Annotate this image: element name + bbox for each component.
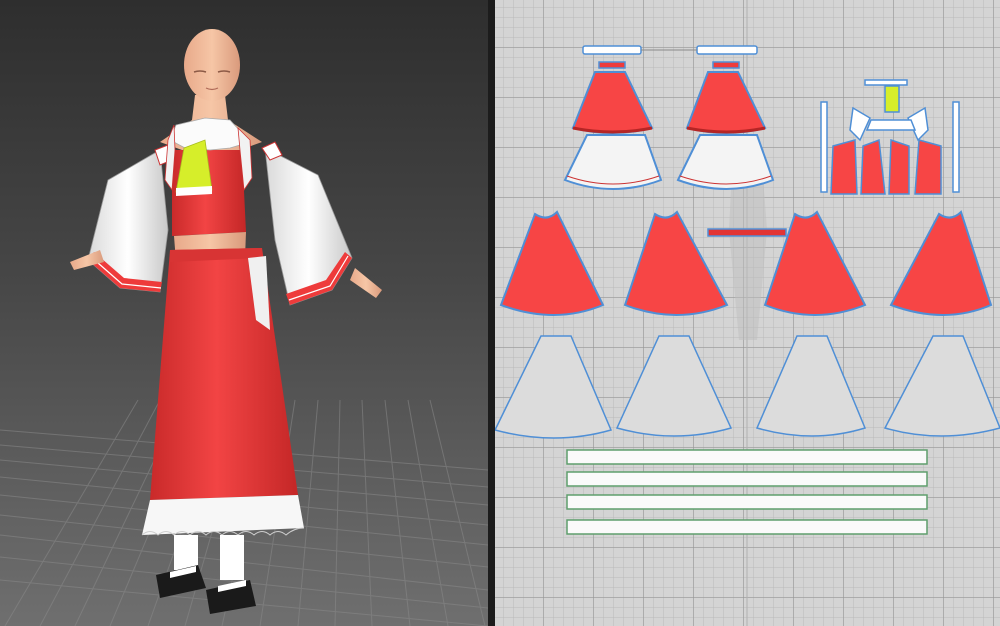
top-garment[interactable] [164, 117, 253, 236]
2d-pattern-viewport[interactable] [495, 0, 1000, 626]
sleeve-lining-pieces[interactable] [563, 134, 775, 190]
right-hand [350, 268, 382, 298]
sleeve-pieces[interactable] [571, 71, 767, 134]
shoes[interactable] [156, 535, 256, 614]
sleeve-cuff-pieces[interactable] [582, 45, 758, 69]
top-collar-pieces[interactable] [820, 79, 960, 195]
skirt-garment[interactable] [141, 248, 305, 536]
avatar-head[interactable] [184, 29, 240, 101]
waist-tie-piece[interactable] [707, 228, 787, 237]
pattern-layout[interactable] [495, 0, 1000, 626]
3d-scene[interactable] [0, 0, 488, 626]
left-sleeve[interactable] [87, 144, 173, 293]
3d-viewport[interactable] [0, 0, 488, 626]
view-splitter[interactable] [488, 0, 495, 626]
right-sleeve[interactable] [261, 141, 353, 306]
